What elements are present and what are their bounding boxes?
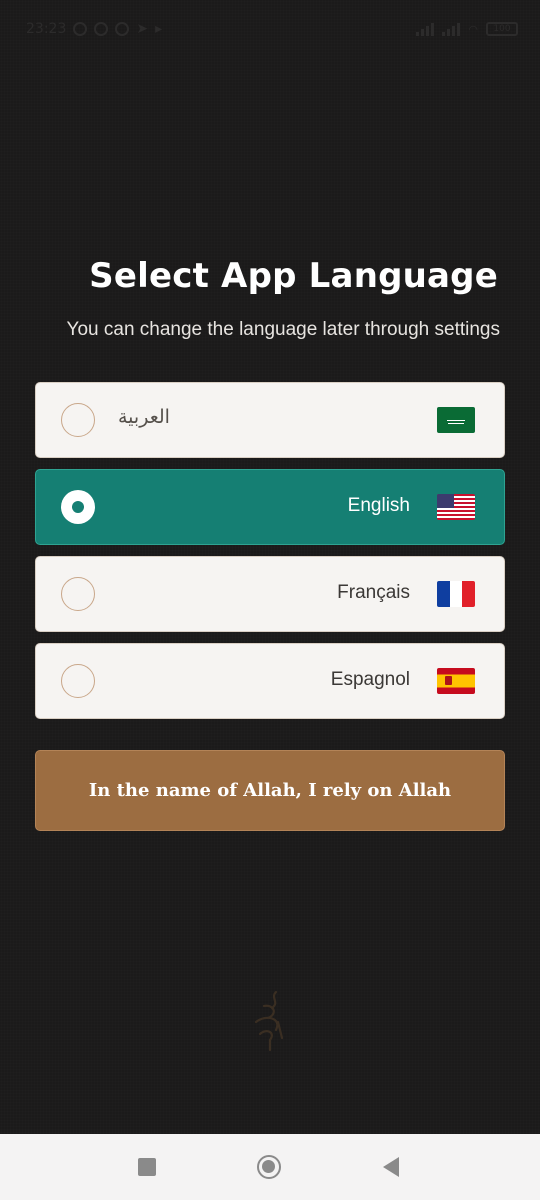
status-left: 23:23 ➤ ▸ [26,21,162,37]
page-title: Select App Language [89,256,498,296]
language-label: Espagnol [330,669,410,690]
continue-button[interactable]: In the name of Allah, I rely on Allah [35,750,505,831]
language-label: English [347,495,410,516]
mute-icon [73,22,88,36]
back-triangle-icon [383,1157,399,1177]
status-right: ◠ 100 [416,22,518,36]
play-icon: ▸ [155,21,163,37]
status-time: 23:23 [26,21,67,37]
recent-apps-button[interactable] [134,1154,160,1180]
usa-flag-icon [437,494,475,520]
radio-unselected-icon[interactable] [61,577,95,611]
radio-selected-icon[interactable] [61,490,95,524]
navigation-bar [0,1134,540,1200]
language-option-spanish[interactable]: Espagnol [35,643,505,719]
saudi-arabia-flag-icon [437,407,475,433]
signal-icon [416,22,435,36]
wifi-icon: ◠ [468,22,478,36]
language-label: Français [337,582,410,603]
battery-icon: 100 [486,22,518,36]
telegram-icon: ➤ [136,21,149,37]
back-button[interactable] [378,1154,404,1180]
radio-unselected-icon[interactable] [61,664,95,698]
signal-2-icon [442,22,461,36]
language-select-screen: 23:23 ➤ ▸ ◠ 100 Select App Language You … [0,0,540,1200]
language-option-french[interactable]: Français [35,556,505,632]
alarm-icon [94,22,109,36]
circle-icon [257,1155,281,1179]
app-notification-icon [115,22,130,36]
france-flag-icon [437,581,475,607]
home-button[interactable] [256,1154,282,1180]
app-logo-icon [254,990,284,1052]
status-bar: 23:23 ➤ ▸ ◠ 100 [0,0,540,58]
language-label: العربية [118,406,170,428]
language-option-arabic[interactable]: العربية [35,382,505,458]
spain-flag-icon [437,668,475,694]
language-option-english[interactable]: English [35,469,505,545]
square-icon [138,1158,156,1176]
battery-level: 100 [493,24,511,34]
radio-unselected-icon[interactable] [61,403,95,437]
page-subtitle: You can change the language later throug… [66,319,500,340]
